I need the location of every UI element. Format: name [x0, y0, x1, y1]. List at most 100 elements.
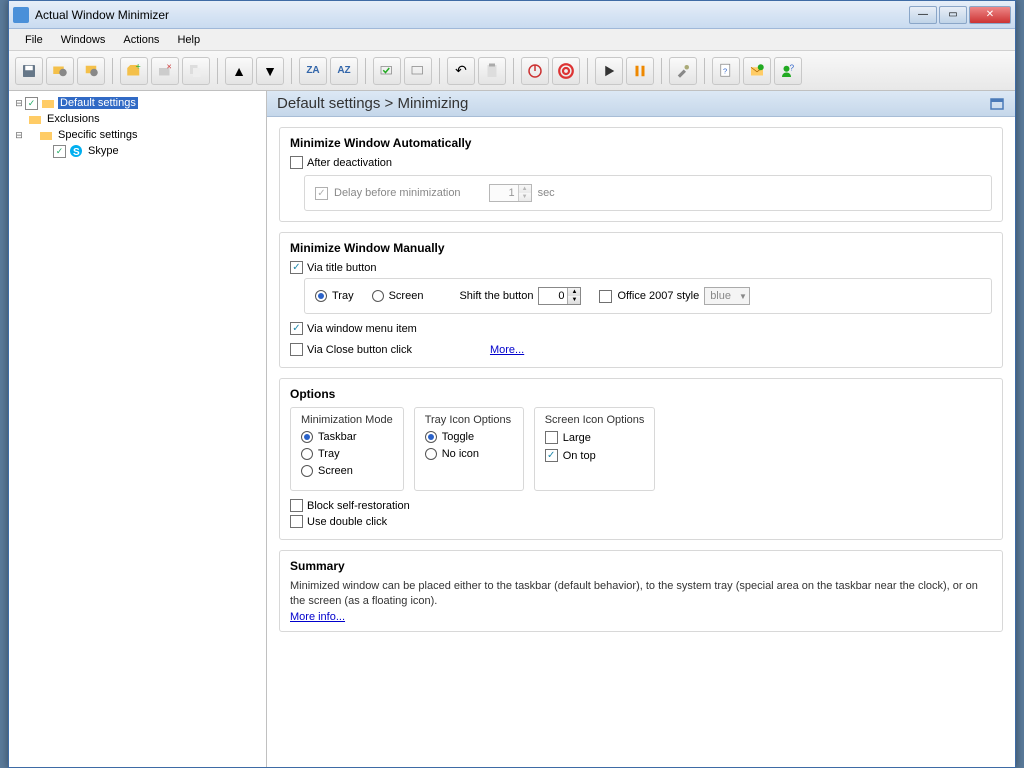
menu-actions[interactable]: Actions: [115, 32, 167, 48]
delete-button[interactable]: ×: [151, 57, 179, 85]
close-button[interactable]: ✕: [969, 6, 1011, 24]
shift-spinner[interactable]: ▲▼: [538, 287, 581, 305]
block-self-checkbox[interactable]: [290, 499, 303, 512]
more-info-link[interactable]: More info...: [290, 611, 345, 623]
breadcrumb-icon[interactable]: [989, 96, 1005, 112]
main-panel: Default settings > Minimizing Minimize W…: [267, 91, 1015, 767]
tree-default-settings[interactable]: ⊟ ✓ Default settings: [13, 95, 262, 111]
tree-specific-settings[interactable]: ⊟ Specific settings: [13, 127, 262, 143]
summary-text: Minimized window can be placed either to…: [290, 579, 992, 609]
menu-help[interactable]: Help: [169, 32, 208, 48]
office-style-label: Office 2007 style: [617, 290, 699, 302]
minimization-mode-group: Minimization Mode Taskbar Tray Screen: [290, 407, 404, 491]
tray-radio[interactable]: [315, 290, 327, 302]
paste-button[interactable]: [478, 57, 506, 85]
check-button[interactable]: [373, 57, 401, 85]
office-color-select: blue ▼: [704, 287, 750, 305]
expand-icon[interactable]: ⊟: [13, 130, 25, 141]
screen-large-checkbox[interactable]: [545, 431, 558, 444]
mode-screen-label: Screen: [318, 465, 353, 477]
breadcrumb-text: Default settings > Minimizing: [277, 95, 468, 112]
power-button[interactable]: [521, 57, 549, 85]
mode-title: Minimization Mode: [301, 414, 393, 426]
tools-button[interactable]: [669, 57, 697, 85]
app-icon: [13, 7, 29, 23]
stop-button[interactable]: [552, 57, 580, 85]
via-close-checkbox[interactable]: [290, 343, 303, 356]
after-deactivation-checkbox[interactable]: [290, 156, 303, 169]
shift-input[interactable]: [539, 288, 567, 304]
folder-icon: [38, 127, 54, 143]
office-style-checkbox[interactable]: [599, 290, 612, 303]
expand-icon[interactable]: ⊟: [13, 98, 25, 109]
tray-label: Tray: [332, 290, 354, 302]
tree-exclusions[interactable]: Exclusions: [13, 111, 262, 127]
uncheck-button[interactable]: [404, 57, 432, 85]
after-deactivation-label: After deactivation: [307, 157, 392, 169]
checkbox[interactable]: ✓: [53, 145, 66, 158]
save-button[interactable]: [15, 57, 43, 85]
section-title: Minimize Window Automatically: [290, 136, 992, 150]
svg-text:?: ?: [790, 63, 795, 72]
tray-icon-group: Tray Icon Options Toggle No icon: [414, 407, 524, 491]
minimize-button[interactable]: —: [909, 6, 937, 24]
toolbar: + × ▲ ▼ ZA AZ ↶ ? ?: [9, 51, 1015, 91]
undo-button[interactable]: ↶: [447, 57, 475, 85]
sort-za-button[interactable]: AZ: [330, 57, 358, 85]
settings-icon: [40, 95, 56, 111]
delay-group: Delay before minimization ▲▼ sec: [304, 175, 992, 211]
checkbox[interactable]: ✓: [25, 97, 38, 110]
menubar: File Windows Actions Help: [9, 29, 1015, 51]
screen-label: Screen: [389, 290, 424, 302]
via-menu-checkbox[interactable]: [290, 322, 303, 335]
save-copy-button[interactable]: [77, 57, 105, 85]
double-click-checkbox[interactable]: [290, 515, 303, 528]
screen-large-label: Large: [563, 432, 591, 444]
save-settings-button[interactable]: [46, 57, 74, 85]
title-button-options: Tray Screen Shift the button ▲▼: [304, 278, 992, 314]
breadcrumb: Default settings > Minimizing: [267, 91, 1015, 117]
mail-button[interactable]: [743, 57, 771, 85]
sort-az-button[interactable]: ZA: [299, 57, 327, 85]
down-button[interactable]: ▼: [256, 57, 284, 85]
mode-screen-radio[interactable]: [301, 465, 313, 477]
section-title: Summary: [290, 559, 992, 573]
up-button[interactable]: ▲: [225, 57, 253, 85]
block-self-label: Block self-restoration: [307, 500, 410, 512]
svg-text:×: ×: [167, 62, 172, 72]
tree-skype[interactable]: ✓ S Skype: [13, 143, 262, 159]
menu-windows[interactable]: Windows: [53, 32, 114, 48]
copy-button[interactable]: [182, 57, 210, 85]
via-title-checkbox[interactable]: [290, 261, 303, 274]
app-window: Actual Window Minimizer — ▭ ✕ File Windo…: [8, 0, 1016, 768]
delay-checkbox: [315, 187, 328, 200]
window-buttons: — ▭ ✕: [909, 6, 1011, 24]
pause-button[interactable]: [626, 57, 654, 85]
svg-text:S: S: [73, 147, 80, 158]
tray-toggle-radio[interactable]: [425, 431, 437, 443]
delay-unit: sec: [538, 187, 555, 199]
mode-tray-radio[interactable]: [301, 448, 313, 460]
shift-label: Shift the button: [459, 290, 533, 302]
play-button[interactable]: [595, 57, 623, 85]
shift-up[interactable]: ▲: [568, 288, 580, 296]
menu-file[interactable]: File: [17, 32, 51, 48]
office-color-value: blue: [710, 290, 731, 302]
shift-down[interactable]: ▼: [568, 296, 580, 304]
more-link[interactable]: More...: [490, 344, 524, 356]
help-doc-button[interactable]: ?: [712, 57, 740, 85]
new-button[interactable]: +: [120, 57, 148, 85]
titlebar[interactable]: Actual Window Minimizer — ▭ ✕: [9, 1, 1015, 29]
screen-radio[interactable]: [372, 290, 384, 302]
screen-ontop-checkbox[interactable]: [545, 449, 558, 462]
settings-tree: ⊟ ✓ Default settings Exclusions ⊟ Specif…: [13, 95, 262, 159]
mode-taskbar-radio[interactable]: [301, 431, 313, 443]
tray-noicon-radio[interactable]: [425, 448, 437, 460]
svg-text:+: +: [136, 62, 141, 72]
mode-tray-label: Tray: [318, 448, 340, 460]
user-button[interactable]: ?: [774, 57, 802, 85]
via-menu-row: Via window menu item: [290, 322, 992, 335]
section-options: Options Minimization Mode Taskbar Tray S…: [279, 378, 1003, 540]
maximize-button[interactable]: ▭: [939, 6, 967, 24]
screen-icon-group: Screen Icon Options Large On top: [534, 407, 656, 491]
